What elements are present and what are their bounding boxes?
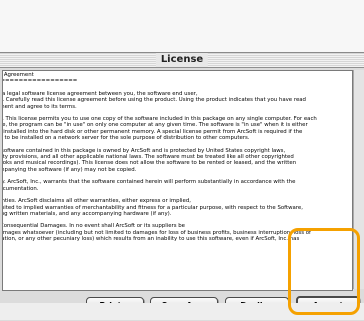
- license-document: se Agreement================== is a legal…: [2, 72, 352, 249]
- license-paragraph: nty. ArcSoft, Inc., warrants that the so…: [2, 179, 352, 192]
- license-line: ompanying the software (if any) may not …: [2, 166, 137, 173]
- license-line: ement and agree to its terms.: [2, 103, 77, 110]
- license-paragraph: is a legal software license agreement be…: [2, 91, 352, 110]
- license-line: ng to be installed on a network server f…: [2, 135, 250, 142]
- accept-highlight-ring: [288, 228, 360, 315]
- license-paragraph: se Agreement==================: [2, 72, 352, 85]
- license-line: ying written materials, and any accompan…: [2, 210, 172, 217]
- window-titlebar[interactable]: License: [0, 53, 364, 68]
- desktop-area: [0, 0, 364, 52]
- license-paragraph: ranties. ArcSoft disclaims all other war…: [2, 198, 352, 217]
- license-paragraph: e software contained in this package is …: [2, 148, 352, 174]
- license-line: nc. Carefully read this license agreemen…: [2, 97, 306, 104]
- license-paragraph: se. This license permits you to use one …: [2, 116, 352, 142]
- license-line: documentation.: [2, 185, 39, 192]
- license-line: see, the program can be "in use" on only…: [2, 122, 308, 129]
- window-title: License: [155, 53, 209, 67]
- license-line: limited to implied warranties of merchan…: [2, 204, 303, 211]
- license-line: ==================: [2, 78, 78, 85]
